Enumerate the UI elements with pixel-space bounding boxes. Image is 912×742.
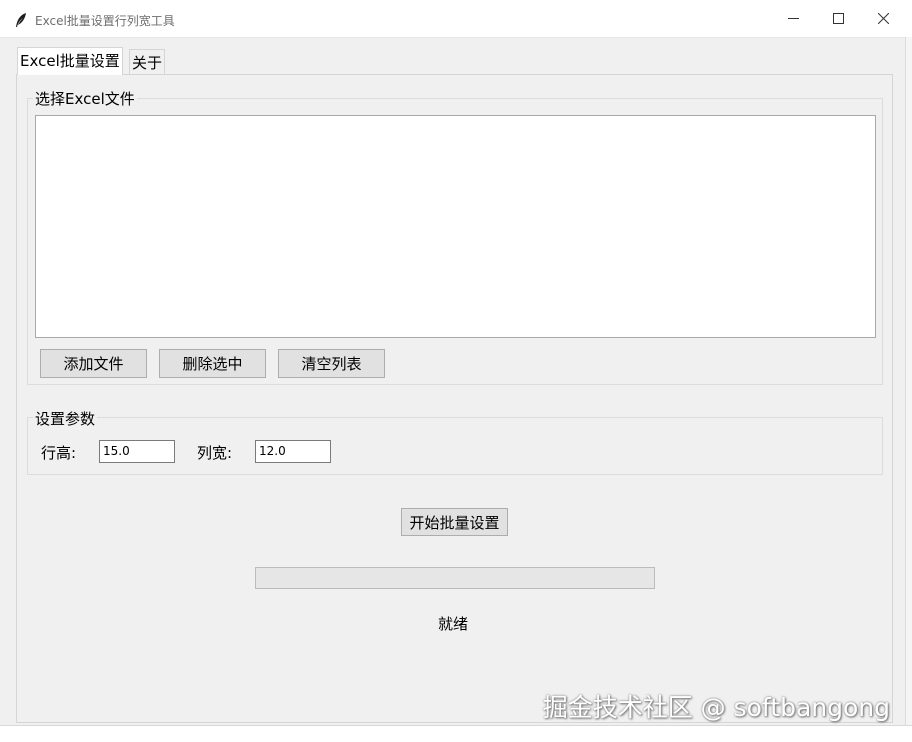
minimize-button[interactable] (770, 0, 816, 37)
close-button[interactable] (860, 0, 906, 37)
row-height-label: 行高: (41, 444, 77, 462)
row-height-input[interactable]: 15.0 (99, 440, 175, 463)
col-width-label: 列宽: (197, 444, 233, 462)
tab-excel-batch[interactable]: Excel批量设置 (17, 47, 123, 75)
clear-list-button[interactable]: 清空列表 (278, 349, 385, 378)
file-group-title: 选择Excel文件 (33, 88, 137, 109)
minimize-icon (787, 18, 799, 19)
col-width-input[interactable]: 12.0 (255, 440, 331, 463)
file-listbox[interactable] (35, 115, 876, 338)
status-text: 就绪 (438, 615, 469, 633)
close-icon (877, 13, 889, 24)
watermark: 掘金技术社区 @ softbangong (542, 693, 890, 722)
tab-about[interactable]: 关于 (129, 49, 166, 75)
window-title: Excel批量设置行列宽工具 (35, 14, 175, 28)
delete-selected-button[interactable]: 删除选中 (159, 349, 266, 378)
background-window-edge (905, 37, 912, 741)
params-group-title: 设置参数 (33, 408, 98, 429)
add-file-button[interactable]: 添加文件 (40, 349, 147, 378)
feather-icon (16, 13, 26, 27)
background-window-bottom (0, 725, 912, 742)
progress-bar (255, 567, 655, 589)
title-bar[interactable]: Excel批量设置行列宽工具 (0, 0, 912, 38)
maximize-icon (832, 13, 844, 24)
start-batch-button[interactable]: 开始批量设置 (401, 508, 508, 536)
maximize-button[interactable] (815, 0, 861, 37)
